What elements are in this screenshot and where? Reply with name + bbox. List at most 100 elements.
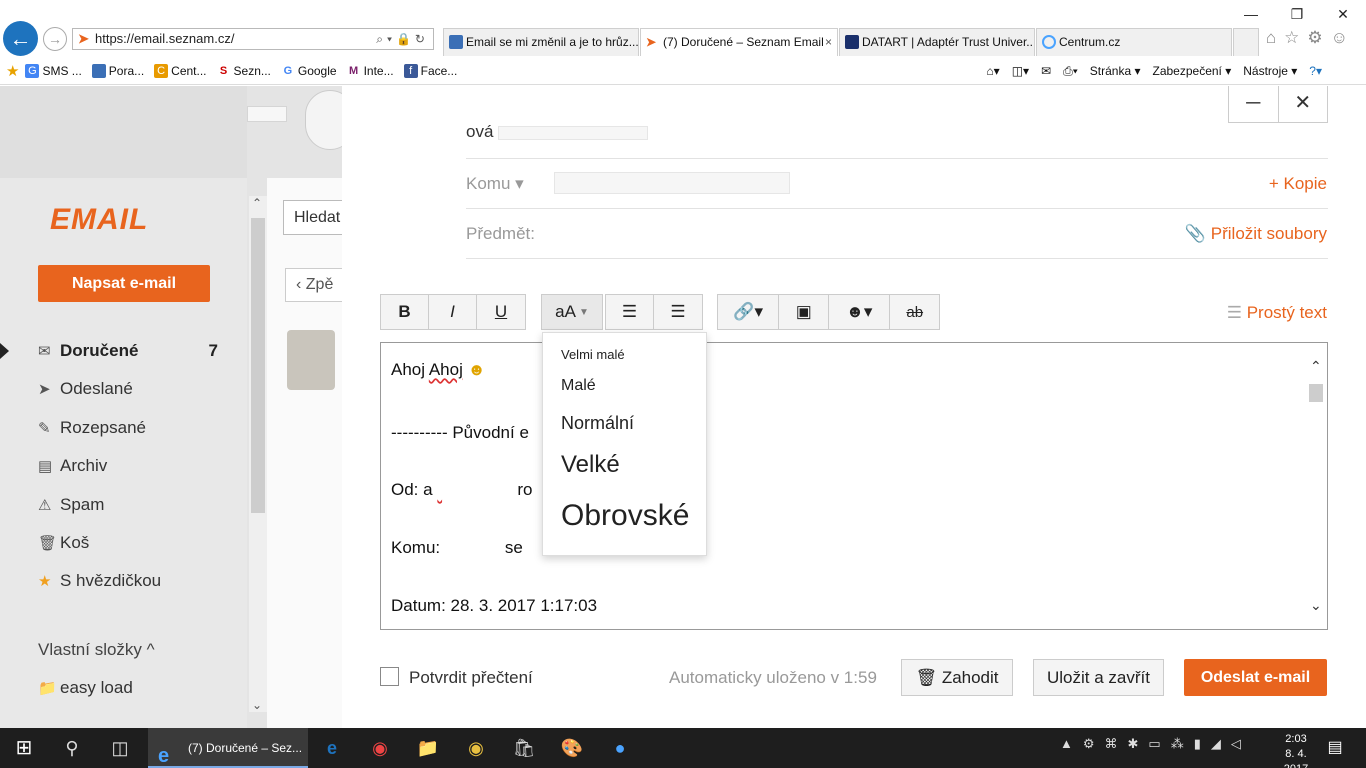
sidebar-item-label: Spam (60, 495, 105, 514)
menu-item-male[interactable]: Malé (561, 377, 596, 395)
subject-input[interactable] (552, 222, 782, 244)
menu-item-normalni[interactable]: Normální (561, 413, 634, 434)
start-windows-icon[interactable]: ⊞ (0, 728, 48, 768)
forward-button[interactable]: → (43, 27, 67, 51)
scroll-up-icon[interactable]: ⌃ (252, 196, 262, 210)
search-icon[interactable]: ⚲ (48, 728, 96, 768)
tab-seznam-email[interactable]: ➤ (7) Doručené – Seznam Email × (640, 28, 838, 56)
close-window-icon[interactable]: ✕ (1320, 0, 1366, 28)
fav-label: Sezn... (233, 64, 271, 78)
close-dialog-icon[interactable]: ✕ (1279, 86, 1328, 122)
font-size-button[interactable]: aA ▼ (542, 295, 602, 329)
tab-label: (7) Doručené – Seznam Email (663, 35, 824, 49)
favorites-star-icon[interactable]: ★ (6, 62, 19, 80)
home-icon[interactable]: ⌂▾ (986, 64, 999, 78)
sidebar-item-odeslane[interactable]: ➤ Odeslané (38, 379, 218, 399)
save-close-button[interactable]: Uložit a zavřít (1033, 659, 1164, 696)
fav-inte[interactable]: M Inte... (346, 64, 394, 78)
custom-folders-header[interactable]: Vlastní složky ^ (38, 640, 155, 660)
send-button[interactable]: Odeslat e-mail (1184, 659, 1327, 696)
attach-files-link[interactable]: 📎 Přiložit soubory (1185, 224, 1327, 244)
chrome-icon[interactable]: ◉ (356, 728, 404, 768)
bold-button[interactable]: B (381, 295, 429, 329)
system-tray-icons[interactable]: ▲⚙⌘✱▭⁂▮◢◁ (1060, 736, 1251, 752)
tab-datart[interactable]: DATART | Adaptér Trust Univer... (839, 28, 1035, 56)
scrollbar-thumb[interactable] (1309, 384, 1323, 402)
folder-easy-load[interactable]: 📁 easy load (38, 678, 218, 698)
minimize-dialog-icon[interactable]: ─ (1229, 86, 1279, 122)
address-actions-icon[interactable]: ⌕▾🔒↻ (376, 29, 429, 49)
back-button[interactable]: ← (3, 21, 38, 56)
sidebar-item-spam[interactable]: ⚠ Spam (38, 495, 218, 515)
cmd-zabezpeceni[interactable]: Zabezpečení ▾ (1153, 64, 1232, 78)
add-copy-link[interactable]: + Kopie (1269, 174, 1327, 194)
scrollbar-thumb[interactable] (251, 218, 265, 513)
underline-button[interactable]: U (477, 295, 525, 329)
emoji-icon[interactable]: ☻▾ (829, 295, 891, 329)
menu-item-obrovske[interactable]: Obrovské (561, 499, 689, 533)
store-icon[interactable]: 🛍 (500, 728, 548, 768)
print-icon[interactable]: ⎙▾ (1063, 64, 1078, 79)
minimize-icon[interactable]: — (1228, 0, 1274, 28)
image-icon[interactable]: ▣ (779, 295, 829, 329)
minion-app-icon[interactable]: ◉ (452, 728, 500, 768)
scroll-down-icon[interactable]: ⌄ (252, 698, 262, 712)
clock[interactable]: 2:03 8. 4. 2017 (1276, 732, 1316, 768)
plain-text-toggle[interactable]: ☰ Prostý text (1227, 303, 1327, 323)
divider (466, 258, 1328, 259)
discard-button[interactable]: 🗑 Zahodit (901, 659, 1013, 696)
sidebar-item-kos[interactable]: 🗑 Koš (38, 533, 218, 553)
tab-email-zmenil[interactable]: Email se mi změnil a je to hrůz... (443, 28, 639, 56)
numbered-list-icon[interactable]: ☰ (606, 295, 655, 329)
read-receipt-checkbox[interactable] (380, 667, 399, 686)
fav-pora[interactable]: Pora... (91, 64, 144, 78)
file-explorer-icon[interactable]: 📁 (404, 728, 452, 768)
sidebar-scrollbar[interactable]: ⌃ ⌄ (249, 196, 267, 712)
sidebar-item-dorucene[interactable]: ✉ Doručené 7 (38, 341, 218, 361)
body-text: Komu: (391, 538, 441, 557)
paint-icon[interactable]: 🎨 (548, 728, 596, 768)
font-size-label: aA (555, 302, 576, 321)
scroll-up-icon[interactable]: ⌃ (1310, 358, 1322, 375)
new-tab-button[interactable] (1233, 28, 1259, 56)
taskbar-ie-window[interactable]: e (7) Doručené – Sez... (148, 728, 308, 768)
fav-label: Face... (420, 64, 458, 78)
tab-centrum[interactable]: Centrum.cz (1036, 28, 1232, 56)
link-icon[interactable]: 🔗▾ (718, 295, 780, 329)
restore-icon[interactable]: ❐ (1274, 0, 1320, 28)
help-icon[interactable]: ?▾ (1309, 64, 1322, 78)
cmd-stranka[interactable]: Stránka ▾ (1090, 64, 1141, 78)
address-bar[interactable]: ➤ https://email.seznam.cz/ ⌕▾🔒↻ (72, 28, 434, 50)
tab-close-icon[interactable]: × (825, 29, 832, 55)
feeds-icon[interactable]: ◫▾ (1012, 64, 1029, 78)
notification-icon[interactable]: ▤ (1320, 728, 1350, 768)
mail-icon[interactable]: ✉ (1041, 64, 1051, 78)
folder-label: easy load (60, 678, 133, 697)
menu-item-velmi-male[interactable]: Velmi malé (561, 347, 625, 362)
fav-cent[interactable]: C Cent... (154, 64, 207, 78)
strike-button[interactable]: ab (890, 295, 939, 329)
fav-sms[interactable]: G SMS ... (25, 64, 82, 78)
scroll-down-icon[interactable]: ⌄ (1310, 597, 1322, 614)
sidebar-item-archiv[interactable]: ▤ Archiv (38, 456, 218, 476)
compose-button[interactable]: Napsat e-mail (38, 265, 210, 302)
home-favorites-settings-icons[interactable]: ⌂☆⚙☺ (1266, 28, 1356, 48)
editor-scrollbar[interactable]: ⌃ ⌄ (1306, 344, 1326, 628)
fav-sezn[interactable]: S Sezn... (216, 64, 271, 78)
italic-button[interactable]: I (429, 295, 477, 329)
edge-icon[interactable]: e (308, 728, 356, 768)
menu-item-velke[interactable]: Velké (561, 451, 620, 479)
to-label[interactable]: Komu ▾ (466, 174, 524, 194)
email-logo[interactable]: EMAIL (50, 203, 148, 237)
sidebar-item-hvezdicka[interactable]: ★ S hvězdičkou (38, 571, 218, 591)
avatar (287, 330, 335, 390)
app-icon[interactable]: ● (596, 728, 644, 768)
to-input[interactable] (554, 172, 790, 194)
task-view-icon[interactable]: ◫ (96, 728, 144, 768)
fav-google[interactable]: G Google (280, 64, 337, 78)
cmd-nastroje[interactable]: Nástroje ▾ (1243, 64, 1297, 78)
read-receipt-label[interactable]: Potvrdit přečtení (409, 668, 533, 688)
sidebar-item-rozepsane[interactable]: ✎ Rozepsané (38, 418, 218, 438)
fav-face[interactable]: f Face... (403, 64, 458, 78)
bullet-list-icon[interactable]: ☰ (654, 295, 702, 329)
